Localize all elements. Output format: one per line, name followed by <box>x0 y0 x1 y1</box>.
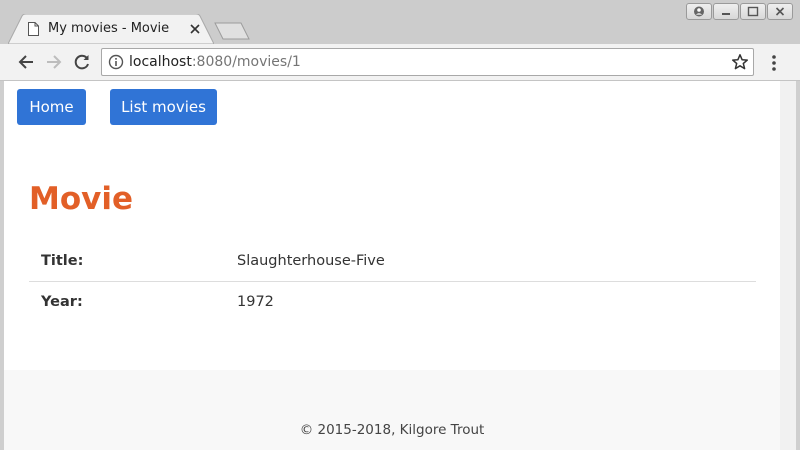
star-icon[interactable] <box>731 53 749 71</box>
address-bar[interactable]: localhost:8080/movies/1 <box>101 48 754 76</box>
year-value: 1972 <box>237 281 756 322</box>
close-icon[interactable] <box>188 22 202 36</box>
title-label: Title: <box>41 253 84 269</box>
title-value: Slaughterhouse-Five <box>237 253 385 269</box>
home-button[interactable]: Home <box>17 89 86 125</box>
page-viewport: Home List movies Movie Title: Slaughterh… <box>4 81 780 450</box>
window-border-right <box>796 81 800 450</box>
maximize-icon <box>747 6 759 17</box>
url-text[interactable]: localhost:8080/movies/1 <box>129 54 301 70</box>
year-label: Year: <box>29 281 237 322</box>
tab-title: My movies - Movie <box>48 21 170 36</box>
page-title: Movie <box>29 181 134 217</box>
info-icon[interactable] <box>108 54 124 70</box>
browser-toolbar: localhost:8080/movies/1 <box>0 44 800 81</box>
tab-strip: My movies - Movie <box>0 0 800 44</box>
vertical-scrollbar[interactable] <box>780 81 796 450</box>
new-tab-icon[interactable] <box>214 22 250 40</box>
url-path: :8080/movies/1 <box>191 54 301 70</box>
reload-icon[interactable] <box>73 53 91 71</box>
window-close-button[interactable] <box>767 3 793 20</box>
close-icon <box>775 7 785 16</box>
arrow-left-icon[interactable] <box>17 53 35 71</box>
minimize-icon <box>722 13 730 15</box>
footer-copyright: © 2015-2018, Kilgore Trout <box>299 422 485 438</box>
page-footer: © 2015-2018, Kilgore Trout <box>4 370 780 450</box>
browser-window: My movies - Movie localhost:8080/movies/… <box>0 0 800 450</box>
url-host: localhost <box>129 54 192 70</box>
document-icon <box>28 22 39 36</box>
arrow-right-icon[interactable] <box>45 53 63 71</box>
list-movies-button[interactable]: List movies <box>110 89 217 125</box>
table-row: Year: 1972 <box>29 281 756 322</box>
account-icon <box>694 6 704 17</box>
table-row: Title: Slaughterhouse-Five <box>29 241 756 282</box>
movie-details-table: Title: Slaughterhouse-Five Year: 1972 <box>29 241 756 322</box>
kebab-menu-icon[interactable] <box>766 54 782 72</box>
maximize-button[interactable] <box>740 3 766 20</box>
minimize-button[interactable] <box>713 3 739 20</box>
account-button[interactable] <box>686 3 712 20</box>
